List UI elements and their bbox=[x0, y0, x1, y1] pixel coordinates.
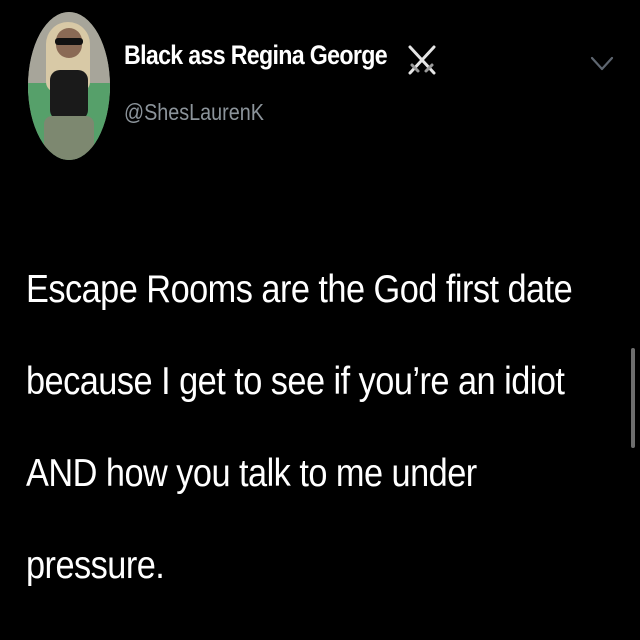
avatar-legs bbox=[44, 116, 94, 160]
tweet-text-line: pressure. bbox=[26, 544, 165, 587]
tweet-text: Escape Rooms are the God first date beca… bbox=[26, 244, 626, 612]
display-name[interactable]: Black ass Regina George bbox=[124, 40, 388, 71]
avatar-sunglasses bbox=[55, 38, 83, 45]
user-handle[interactable]: @ShesLaurenK bbox=[124, 99, 264, 126]
avatar-body bbox=[50, 70, 88, 120]
tweet-text-line: Escape Rooms are the God first date bbox=[26, 268, 573, 311]
tweet-card: Black ass Regina George @ShesLaurenK Esc… bbox=[0, 0, 640, 640]
chevron-down-icon[interactable] bbox=[588, 54, 616, 74]
tweet-text-line: AND how you talk to me under bbox=[26, 452, 477, 495]
crossed-swords-icon bbox=[408, 45, 436, 75]
tweet-text-line: because I get to see if you’re an idiot bbox=[26, 360, 565, 403]
avatar[interactable] bbox=[28, 12, 110, 160]
scrollbar[interactable] bbox=[631, 348, 635, 448]
